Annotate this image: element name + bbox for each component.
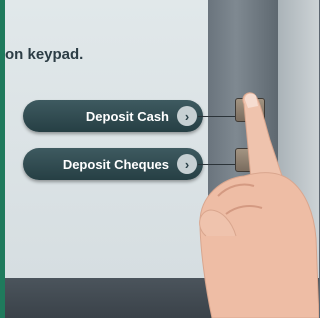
deposit-cash-label: Deposit Cash bbox=[85, 108, 169, 124]
atm-side-panel bbox=[208, 0, 278, 278]
instruction-text: on keypad. bbox=[5, 46, 84, 63]
atm-screen: on keypad. Deposit Cash › Deposit Cheque… bbox=[5, 0, 208, 278]
atm-bezel-bottom bbox=[5, 278, 319, 318]
atm-frame-right bbox=[278, 0, 319, 278]
deposit-cheques-button[interactable]: Deposit Cheques › bbox=[23, 148, 203, 180]
deposit-cash-button[interactable]: Deposit Cash › bbox=[23, 100, 203, 132]
chevron-right-icon: › bbox=[177, 106, 197, 126]
connector-line bbox=[198, 164, 235, 165]
chevron-right-icon: › bbox=[177, 154, 197, 174]
function-key-deposit-cheques[interactable] bbox=[235, 148, 265, 172]
deposit-cheques-label: Deposit Cheques bbox=[62, 156, 169, 172]
function-key-deposit-cash[interactable] bbox=[235, 98, 265, 122]
connector-line bbox=[198, 116, 235, 117]
